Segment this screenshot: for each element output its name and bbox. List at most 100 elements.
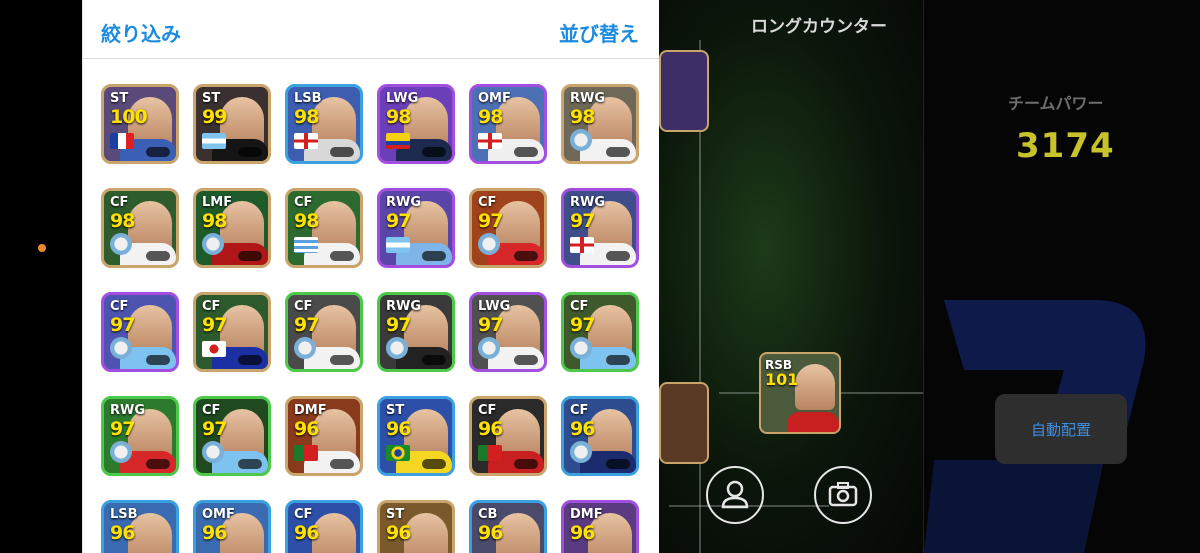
- player-card[interactable]: DMF 96: [561, 500, 639, 553]
- player-rating: 97: [202, 314, 227, 336]
- player-card[interactable]: CF 97: [193, 292, 271, 372]
- player-card[interactable]: LMF 98: [193, 188, 271, 268]
- player-card[interactable]: ST 100: [101, 84, 179, 164]
- player-position: ST: [202, 91, 221, 106]
- drag-handle[interactable]: [16, 188, 68, 364]
- player-position: ST: [110, 91, 129, 106]
- player-position: CB: [478, 507, 498, 522]
- club-flag-icon: [294, 337, 316, 359]
- player-position: LWG: [478, 299, 511, 314]
- player-rating: 97: [570, 210, 595, 232]
- player-position: ST: [386, 507, 405, 522]
- player-card[interactable]: CF 96: [285, 500, 363, 553]
- skill-indicator-icon: [606, 251, 630, 261]
- field-player-card[interactable]: [659, 50, 709, 132]
- player-rating: 97: [110, 418, 135, 440]
- none-flag-icon: [478, 549, 502, 553]
- player-position: OMF: [478, 91, 511, 106]
- player-position: CF: [570, 299, 589, 314]
- player-card[interactable]: CF 97: [193, 396, 271, 476]
- colombia-flag-icon: [386, 133, 410, 149]
- player-card[interactable]: RWG 97: [101, 396, 179, 476]
- skill-indicator-icon: [146, 147, 170, 157]
- skill-indicator-icon: [330, 355, 354, 365]
- player-rating: 98: [294, 106, 319, 128]
- player-position: CF: [202, 403, 221, 418]
- player-rating: 96: [294, 522, 319, 544]
- player-position: CF: [478, 195, 497, 210]
- player-card[interactable]: RWG 97: [377, 292, 455, 372]
- club-flag-icon: [478, 337, 500, 359]
- player-rating: 96: [386, 418, 411, 440]
- player-card[interactable]: LWG 97: [469, 292, 547, 372]
- club-flag-icon: [570, 129, 592, 151]
- player-card[interactable]: RWG 98: [561, 84, 639, 164]
- player-card[interactable]: CF 97: [285, 292, 363, 372]
- player-rating: 98: [478, 106, 503, 128]
- england-flag-icon: [570, 237, 594, 253]
- player-position: CF: [294, 507, 313, 522]
- player-position: CF: [478, 403, 497, 418]
- player-position: DMF: [570, 507, 603, 522]
- player-card[interactable]: DMF 96: [285, 396, 363, 476]
- player-card[interactable]: CF 97: [469, 188, 547, 268]
- field-player-card[interactable]: RSB 101: [759, 352, 841, 434]
- uruguay-flag-icon: [294, 237, 318, 253]
- player-card[interactable]: OMF 96: [193, 500, 271, 553]
- player-position: RWG: [386, 299, 422, 314]
- player-position: RWG: [570, 91, 606, 106]
- skill-indicator-icon: [422, 251, 446, 261]
- player-card[interactable]: ST 96: [377, 500, 455, 553]
- skill-indicator-icon: [422, 459, 446, 469]
- skill-indicator-icon: [606, 355, 630, 365]
- skill-indicator-icon: [514, 459, 538, 469]
- player-card[interactable]: CF 96: [469, 396, 547, 476]
- england-flag-icon: [478, 133, 502, 149]
- skill-indicator-icon: [330, 251, 354, 261]
- japan-flag-icon: [202, 341, 226, 357]
- player-card[interactable]: CF 97: [561, 292, 639, 372]
- sort-button[interactable]: 並び替え: [559, 18, 639, 47]
- player-rating: 96: [478, 522, 503, 544]
- player-card[interactable]: CB 96: [469, 500, 547, 553]
- player-rating: 97: [570, 314, 595, 336]
- filter-button[interactable]: 絞り込み: [101, 18, 181, 47]
- player-rating: 97: [386, 314, 411, 336]
- club-flag-icon: [570, 441, 592, 463]
- brazil-flag-icon: [386, 445, 410, 461]
- france-flag-icon: [110, 133, 134, 149]
- player-card[interactable]: LWG 98: [377, 84, 455, 164]
- player-card[interactable]: LSB 96: [101, 500, 179, 553]
- player-card[interactable]: LSB 98: [285, 84, 363, 164]
- player-rating: 98: [570, 106, 595, 128]
- skill-indicator-icon: [606, 147, 630, 157]
- player-face: [404, 513, 448, 553]
- player-card[interactable]: RWG 97: [561, 188, 639, 268]
- player-position: LMF: [202, 195, 233, 210]
- picker-header: 絞り込み 並び替え: [83, 0, 659, 59]
- player-view-button[interactable]: [706, 466, 764, 524]
- field-player-card[interactable]: [659, 382, 709, 464]
- club-flag-icon: [110, 441, 132, 463]
- player-card[interactable]: ST 99: [193, 84, 271, 164]
- skill-indicator-icon: [330, 147, 354, 157]
- player-position: DMF: [294, 403, 327, 418]
- player-card[interactable]: OMF 98: [469, 84, 547, 164]
- player-card[interactable]: CF 96: [561, 396, 639, 476]
- player-card[interactable]: RWG 97: [377, 188, 455, 268]
- player-position: CF: [294, 195, 313, 210]
- player-card[interactable]: CF 97: [101, 292, 179, 372]
- player-rating: 96: [202, 522, 227, 544]
- player-rating: 97: [478, 314, 503, 336]
- player-card[interactable]: CF 98: [101, 188, 179, 268]
- player-card[interactable]: CF 98: [285, 188, 363, 268]
- player-rating: 99: [202, 106, 227, 128]
- auto-assign-button[interactable]: 自動配置: [995, 394, 1127, 464]
- player-rating: 96: [110, 522, 135, 544]
- player-rating: 97: [386, 210, 411, 232]
- camera-button[interactable]: [814, 466, 872, 524]
- player-face: [312, 513, 356, 553]
- player-card[interactable]: ST 96: [377, 396, 455, 476]
- club-flag-icon: [570, 337, 592, 359]
- player-rating: 96: [570, 418, 595, 440]
